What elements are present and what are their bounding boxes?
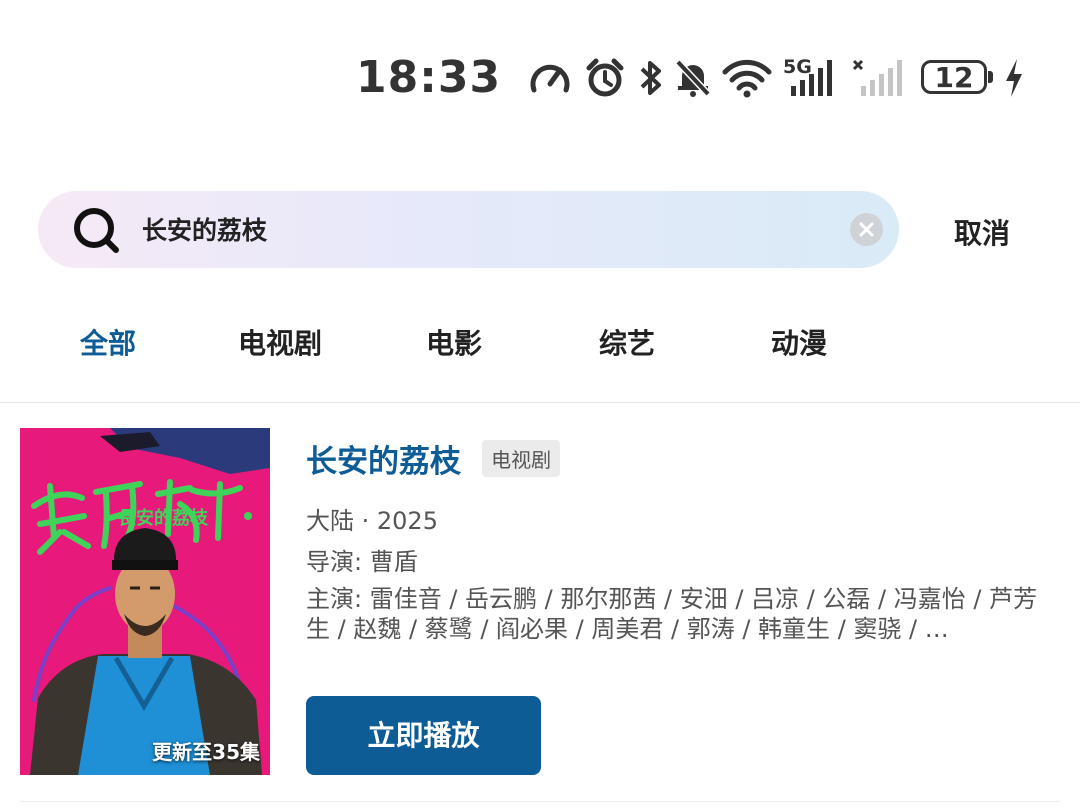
search-input[interactable]	[142, 207, 822, 251]
signal-5g-icon: 5G	[783, 56, 839, 100]
tab-anime[interactable]: 动漫	[771, 322, 827, 362]
tab-all[interactable]: 全部	[80, 322, 136, 362]
cancel-button[interactable]: 取消	[954, 212, 1010, 252]
mute-icon	[675, 59, 711, 97]
result-title-row: 长安的荔枝 电视剧	[306, 436, 561, 481]
poster-episode-badge: 更新至35集	[152, 740, 260, 764]
type-tag: 电视剧	[482, 440, 561, 477]
poster-illustration: 長安的荔枝	[20, 428, 270, 775]
status-time: 18:33	[356, 52, 502, 103]
bluetooth-icon	[640, 61, 661, 95]
result-divider	[20, 801, 1060, 802]
category-tabs: 全部 电视剧 电影 综艺 动漫	[0, 322, 1080, 366]
result-title[interactable]: 长安的荔枝	[306, 436, 461, 481]
alarm-icon	[586, 58, 624, 97]
speed-icon	[530, 64, 570, 93]
tab-variety[interactable]: 综艺	[599, 322, 655, 362]
wifi-icon	[722, 59, 772, 98]
tab-movies[interactable]: 电影	[426, 322, 482, 362]
clear-icon[interactable]	[850, 213, 883, 246]
tab-tv-series[interactable]: 电视剧	[238, 322, 322, 362]
poster-title-calligraphy: 長安的荔枝	[118, 507, 209, 529]
search-icon	[74, 208, 119, 253]
status-bar: 18:33 5G 12	[0, 0, 1080, 160]
region-year: 大陆 · 2025	[306, 507, 438, 535]
search-bar[interactable]	[38, 191, 899, 268]
battery-icon: 12	[921, 60, 993, 94]
charging-icon	[1006, 59, 1022, 97]
director-line: 导演: 曹盾	[306, 548, 418, 576]
signal-no-sim-icon	[852, 59, 902, 96]
cast-line: 主演: 雷佳音 / 岳云鹏 / 那尔那茜 / 安沺 / 吕凉 / 公磊 / 冯嘉…	[306, 585, 1038, 643]
tabs-divider	[0, 402, 1080, 403]
play-now-button[interactable]: 立即播放	[306, 696, 541, 775]
battery-level: 12	[934, 61, 974, 94]
poster-image[interactable]: 長安的荔枝 更新至35集	[20, 428, 270, 775]
